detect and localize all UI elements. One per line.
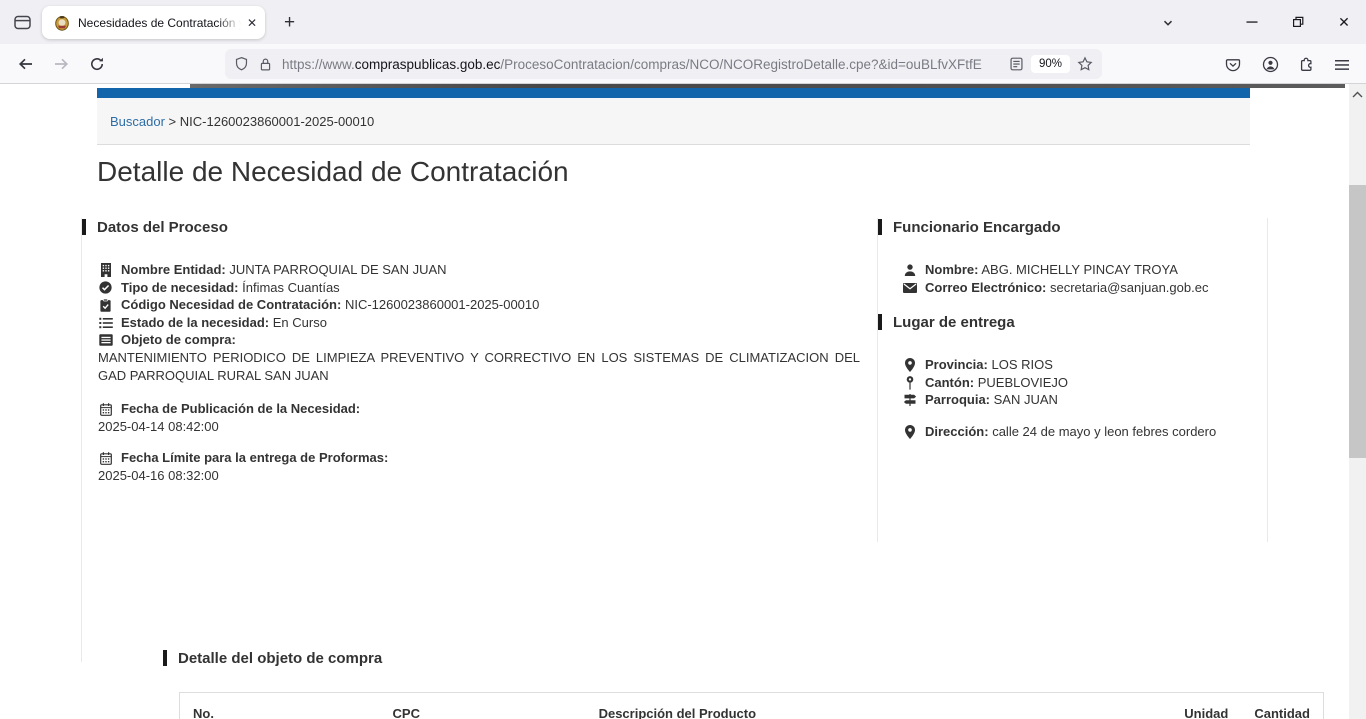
url-bar[interactable]: https://www.compraspublicas.gob.ec/Proce… [225, 49, 1102, 79]
forward-button[interactable] [47, 50, 75, 78]
scroll-up-arrow-icon[interactable] [1349, 86, 1366, 102]
vertical-scrollbar[interactable] [1349, 84, 1366, 719]
restore-icon [1291, 15, 1305, 29]
hamburger-icon [1334, 58, 1350, 72]
navigation-toolbar: https://www.compraspublicas.gob.ec/Proce… [0, 44, 1366, 84]
fecha-limite: Fecha Límite para la entrega de Proforma… [98, 449, 877, 484]
section-bar [878, 314, 882, 330]
objeto-compra-table: No. CPC Descripción del Producto Unidad … [179, 692, 1324, 719]
list-item: Cantón: PUEBLOVIEJO [902, 374, 1267, 392]
breadcrumb-current: NIC-1260023860001-2025-00010 [180, 114, 374, 129]
list-alt-icon [98, 333, 113, 347]
list-icon [98, 316, 113, 330]
fecha-limite-value: 2025-04-16 08:32:00 [98, 467, 877, 485]
restore-button[interactable] [1283, 0, 1313, 44]
page-title: Detalle de Necesidad de Contratación [97, 156, 569, 188]
list-item: Objeto de compra: [98, 331, 877, 349]
envelope-icon [902, 281, 917, 295]
blue-header-bar [97, 88, 1250, 98]
list-item: Dirección: calle 24 de mayo y leon febre… [902, 423, 1267, 441]
breadcrumb-separator: > [169, 114, 177, 129]
datos-del-proceso-section: Datos del Proceso Nombre Entidad: JUNTA … [82, 218, 877, 485]
process-columns: Datos del Proceso Nombre Entidad: JUNTA … [81, 218, 1267, 662]
table-header-row: No. CPC Descripción del Producto Unidad … [180, 693, 1324, 719]
check-circle-icon [98, 281, 113, 295]
tab-title: Necesidades de Contratación y [78, 16, 241, 30]
right-column: Funcionario Encargado Nombre: ABG. MICHE… [877, 218, 1268, 542]
col-header-cantidad: Cantidad [1241, 693, 1323, 719]
window-close-button[interactable]: ✕ [1329, 0, 1359, 44]
section-bar [82, 219, 86, 235]
account-button[interactable] [1256, 51, 1284, 78]
col-header-descripcion: Descripción del Producto [586, 693, 1172, 719]
map-pin-icon [902, 376, 917, 390]
reader-mode-icon[interactable] [1009, 56, 1024, 72]
col-header-cpc: CPC [227, 693, 586, 719]
list-item: Provincia: LOS RIOS [902, 356, 1267, 374]
shield-icon[interactable] [234, 56, 249, 72]
funcionario-heading: Funcionario Encargado [902, 218, 1267, 236]
minimize-button[interactable] [1237, 0, 1267, 44]
menu-button[interactable] [1328, 51, 1356, 78]
map-marker-icon [902, 425, 917, 439]
map-signs-icon [902, 393, 917, 407]
page-content: Buscador > NIC-1260023860001-2025-00010 … [0, 84, 1349, 719]
reload-icon [89, 56, 105, 72]
calendar-icon [98, 402, 113, 416]
tab-close-icon[interactable]: ✕ [247, 16, 257, 30]
detalle-heading: Detalle del objeto de compra [179, 649, 382, 667]
lock-icon[interactable] [259, 57, 272, 72]
extensions-button[interactable] [1292, 51, 1320, 78]
back-arrow-icon [17, 56, 34, 72]
account-icon [1262, 56, 1279, 73]
tab-list-button[interactable] [1154, 10, 1182, 35]
list-item: Nombre: ABG. MICHELLY PINCAY TROYA [902, 261, 1267, 279]
list-item: Correo Electrónico: secretaria@sanjuan.g… [902, 279, 1267, 297]
reload-button[interactable] [83, 50, 111, 78]
building-icon [98, 263, 113, 277]
tab-favicon-icon [54, 15, 70, 31]
list-item: Tipo de necesidad: Ínfimas Cuantías [98, 279, 877, 297]
new-tab-button[interactable]: + [277, 10, 302, 35]
breadcrumb-link-buscador[interactable]: Buscador [110, 114, 165, 129]
user-icon [902, 263, 917, 277]
firefox-view-button[interactable] [9, 11, 35, 34]
clipboard-check-icon [98, 298, 113, 312]
browser-tab[interactable]: Necesidades de Contratación y ✕ [42, 6, 265, 39]
chevron-down-icon [1160, 15, 1176, 31]
pocket-icon [1225, 57, 1241, 73]
zoom-level-badge[interactable]: 90% [1031, 55, 1070, 73]
section-heading: Datos del Proceso [98, 218, 877, 236]
col-header-no: No. [180, 693, 227, 719]
pocket-button[interactable] [1219, 51, 1247, 78]
bookmark-star-icon[interactable] [1077, 56, 1093, 72]
titlebar: Necesidades de Contratación y ✕ + ✕ [0, 0, 1366, 44]
map-marker-icon [902, 358, 917, 372]
browser-window: Necesidades de Contratación y ✕ + ✕ [0, 0, 1366, 719]
breadcrumb: Buscador > NIC-1260023860001-2025-00010 [97, 98, 1250, 145]
lugar-heading: Lugar de entrega [902, 313, 1267, 331]
back-button[interactable] [11, 50, 39, 78]
objeto-de-compra-text: MANTENIMIENTO PERIODICO DE LIMPIEZA PREV… [98, 349, 860, 384]
list-item: Parroquia: SAN JUAN [902, 391, 1267, 409]
puzzle-icon [1298, 57, 1314, 73]
minimize-icon [1246, 16, 1258, 28]
scrollbar-thumb[interactable] [1349, 185, 1366, 458]
fecha-publicacion-value: 2025-04-14 08:42:00 [98, 418, 877, 436]
forward-arrow-icon [53, 56, 70, 72]
col-header-unidad: Unidad [1171, 693, 1241, 719]
calendar-icon [98, 451, 113, 465]
list-item: Estado de la necesidad: En Curso [98, 314, 877, 332]
section-bar [878, 219, 882, 235]
list-item: Nombre Entidad: JUNTA PARROQUIAL DE SAN … [98, 261, 877, 279]
url-text[interactable]: https://www.compraspublicas.gob.ec/Proce… [282, 57, 1009, 72]
section-bar [163, 650, 167, 666]
firefox-view-icon [14, 15, 31, 30]
fecha-publicacion: Fecha de Publicación de la Necesidad: 20… [98, 400, 877, 435]
list-item: Código Necesidad de Contratación: NIC-12… [98, 296, 877, 314]
